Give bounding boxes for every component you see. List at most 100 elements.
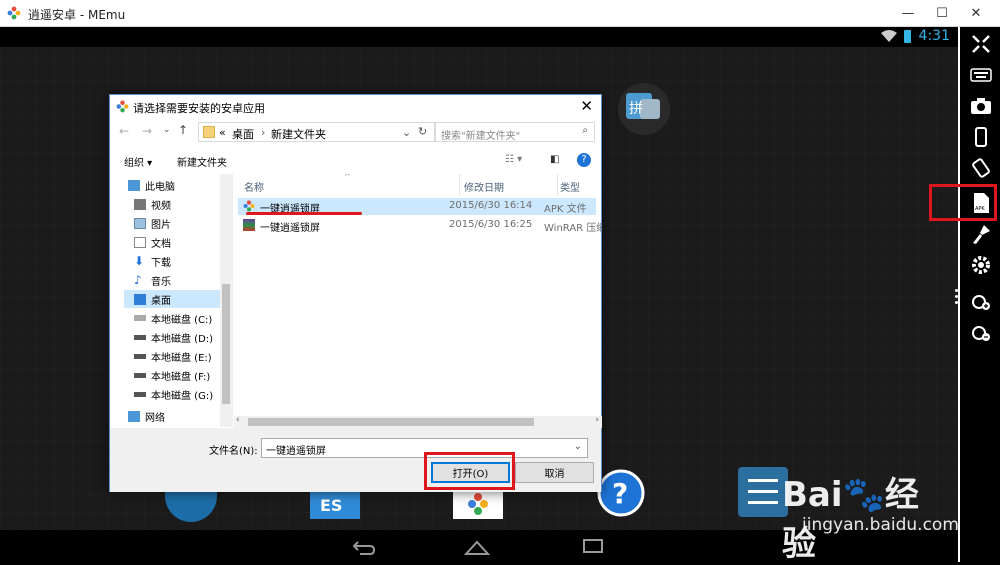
desktop-icon (134, 293, 146, 305)
dialog-title: 请选择需要安装的安卓应用 (133, 102, 265, 115)
keyboard-button[interactable] (968, 62, 994, 88)
back-button[interactable] (348, 536, 378, 556)
dialog-close-button[interactable]: ✕ (580, 97, 593, 115)
maximize-icon: ☐ (936, 6, 948, 21)
nav-item-drive-c[interactable]: 本地磁盘 (C:) (134, 309, 212, 327)
forward-arrow-icon[interactable]: → (142, 124, 152, 138)
brush-icon (973, 225, 990, 244)
nav-item-network[interactable]: 网络 (128, 407, 165, 425)
nav-item-label: 视频 (151, 200, 171, 212)
nav-item-label: 网络 (145, 412, 165, 424)
breadcrumb-item-desktop[interactable]: 桌面 (232, 126, 254, 142)
wifi-icon (881, 30, 897, 42)
address-bar[interactable]: « 桌面 › 新建文件夹 ⌄ ↻ (198, 122, 435, 142)
up-arrow-icon[interactable]: ↑ (178, 123, 188, 137)
help-icon[interactable]: ? (577, 153, 591, 167)
back-arrow-icon[interactable]: ← (119, 124, 129, 138)
open-file-dialog: 请选择需要安装的安卓应用 ✕ ← → ⌄ ↑ « 桌面 › 新建文件夹 ⌄ ↻ … (109, 94, 602, 492)
fullscreen-button[interactable] (968, 31, 994, 57)
cancel-button[interactable]: 取消 (515, 462, 594, 483)
file-type: WinRAR 压缩 (544, 223, 602, 234)
nav-item-label: 文档 (151, 238, 171, 250)
address-dropdown-icon[interactable]: ⌄ (402, 126, 411, 139)
maximize-button[interactable]: ☐ (924, 0, 960, 27)
filename-dropdown-icon[interactable]: ⌄ (574, 441, 582, 452)
nav-pane-scrollbar[interactable] (220, 174, 232, 427)
volume-down-button[interactable] (968, 320, 994, 346)
minimize-icon: — (901, 6, 915, 21)
documents-folder-icon (134, 236, 146, 248)
settings-button[interactable] (968, 252, 994, 278)
svg-text:拼: 拼 (629, 101, 643, 117)
file-list-horizontal-scrollbar[interactable]: ‹ › (234, 415, 602, 428)
file-row[interactable]: 一键逍遥锁屏 2015/6/30 16:25 WinRAR 压缩 (238, 217, 602, 234)
nav-item-drive-e[interactable]: 本地磁盘 (E:) (134, 347, 212, 365)
screenshot-button[interactable] (968, 93, 994, 119)
clean-button[interactable] (968, 221, 994, 247)
nav-item-documents[interactable]: 文档 (134, 233, 171, 251)
phone-shake-icon (975, 127, 987, 147)
video-folder-icon (134, 198, 146, 210)
home-button[interactable] (462, 536, 492, 556)
close-button[interactable]: ✕ (958, 0, 994, 27)
baidu-watermark: Bai🐾经验 jingyan.baidu.com (742, 455, 959, 564)
organize-menu[interactable]: 组织 ▾ (124, 154, 152, 169)
apk-button-highlight (929, 184, 997, 221)
search-input[interactable]: 搜索"新建文件夹" ⌕ (435, 122, 595, 142)
nav-item-desktop[interactable]: 桌面 (124, 290, 232, 308)
view-options-icon[interactable]: ☷ ▾ (505, 154, 522, 165)
memu-logo-icon (7, 6, 21, 20)
file-type: APK 文件 (544, 204, 587, 215)
nav-item-downloads[interactable]: ⬇ 下载 (134, 252, 171, 270)
back-icon (352, 541, 376, 555)
nav-item-drive-g[interactable]: 本地磁盘 (G:) (134, 385, 213, 403)
keyboard-app-icon: 拼 (626, 93, 660, 119)
breadcrumb-item-new-folder[interactable]: 新建文件夹 (271, 126, 326, 142)
minimize-button[interactable]: — (890, 0, 926, 27)
filename-value: 一键逍遥锁屏 (266, 446, 326, 457)
nav-item-label: 本地磁盘 (E:) (151, 352, 212, 364)
shake-button[interactable] (968, 124, 994, 150)
scroll-left-icon[interactable]: ‹ (236, 415, 240, 425)
help-app-icon[interactable]: ? (597, 469, 645, 517)
column-header-type[interactable]: 类型 (560, 174, 602, 196)
refresh-icon[interactable]: ↻ (418, 125, 427, 138)
preview-pane-icon[interactable]: ◧ (550, 154, 559, 165)
history-dropdown-icon[interactable]: ⌄ (163, 125, 171, 135)
nav-item-label: 本地磁盘 (C:) (151, 314, 213, 326)
rotate-icon (972, 158, 990, 178)
column-header-name[interactable]: 名称 ^ (244, 174, 460, 196)
nav-item-pictures[interactable]: 图片 (134, 214, 171, 232)
nav-item-drive-d[interactable]: 本地磁盘 (D:) (134, 328, 213, 346)
volume-up-button[interactable] (968, 289, 994, 315)
scrollbar-thumb[interactable] (248, 418, 534, 426)
dialog-titlebar: 请选择需要安装的安卓应用 ✕ (110, 95, 601, 119)
nav-item-label: 图片 (151, 219, 171, 231)
column-header-modified[interactable]: 修改日期 (464, 174, 558, 196)
download-icon: ⬇ (134, 253, 145, 268)
drive-icon (134, 334, 146, 340)
search-placeholder: 搜索"新建文件夹" (441, 131, 521, 142)
nav-item-videos[interactable]: 视频 (134, 195, 171, 213)
keyboard-icon (970, 68, 992, 82)
drive-icon (134, 391, 146, 397)
sidebar-collapse-handle[interactable] (955, 289, 959, 307)
recents-button[interactable] (578, 536, 608, 556)
new-folder-button[interactable]: 新建文件夹 (177, 154, 227, 169)
nav-item-label: 此电脑 (145, 181, 175, 193)
watermark-url: jingyan.baidu.com (802, 515, 959, 535)
volume-down-icon (972, 326, 990, 341)
scrollbar-thumb[interactable] (222, 284, 230, 404)
nav-item-music[interactable]: ♪ 音乐 (134, 271, 171, 289)
search-icon: ⌕ (582, 125, 588, 136)
rar-file-icon (243, 219, 255, 231)
nav-item-label: 本地磁盘 (D:) (151, 333, 214, 345)
memu-logo-icon (116, 100, 129, 113)
nav-item-this-pc[interactable]: 此电脑 (128, 176, 175, 194)
android-status-bar: 4:31 (0, 27, 958, 47)
nav-item-drive-f[interactable]: 本地磁盘 (F:) (134, 366, 210, 384)
rotate-button[interactable] (968, 155, 994, 181)
scroll-right-icon[interactable]: › (595, 415, 599, 425)
file-underline-annotation (246, 212, 362, 215)
pinyin-keyboard-app-icon[interactable]: 拼 (618, 83, 670, 135)
